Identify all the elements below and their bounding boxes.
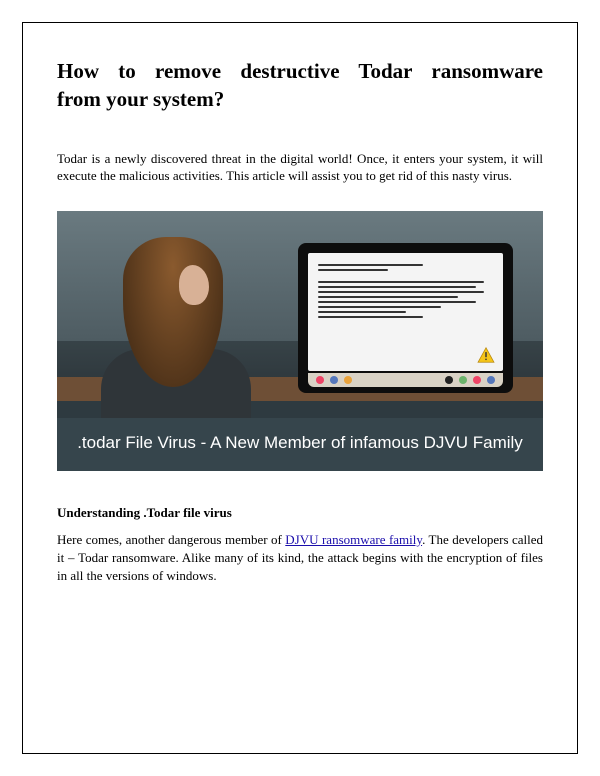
screen-text-line [318,291,484,293]
screen-text-line [318,316,423,318]
hero-caption: .todar File Virus - A New Member of infa… [57,418,543,471]
screen-text-line [318,296,458,298]
section-heading: Understanding .Todar file virus [57,505,543,521]
photo-monitor [298,243,513,393]
screen-text-line [318,269,388,271]
title-line-2: from your system? [57,85,543,113]
sticker-icon [445,376,453,384]
screen-text-line [318,311,406,313]
screen-text-line [318,306,441,308]
page-title: How to remove destructive Todar ransomwa… [57,57,543,114]
title-line-1: How to remove destructive Todar ransomwa… [57,57,543,85]
sticker-icon [330,376,338,384]
body-paragraph: Here comes, another dangerous member of … [57,531,543,586]
monitor-bezel [298,243,513,393]
screen-text-line [318,264,423,266]
djvu-family-link[interactable]: DJVU ransomware family [285,532,422,547]
monitor-screen [308,253,503,371]
sticker-icon [344,376,352,384]
sticker-icon [487,376,495,384]
intro-paragraph: Todar is a newly discovered threat in th… [57,150,543,185]
sticker-icon [459,376,467,384]
hero-image: .todar File Virus - A New Member of infa… [57,211,543,471]
hero-photo-area [57,211,543,401]
sticker-icon [473,376,481,384]
photo-person [83,229,253,399]
screen-text-line [318,301,476,303]
screen-text-line [318,281,484,283]
warning-icon [477,347,495,363]
monitor-chin [308,373,503,387]
sticker-icon [316,376,324,384]
document-page: How to remove destructive Todar ransomwa… [22,22,578,754]
screen-text-line [318,286,476,288]
body-text-before-link: Here comes, another dangerous member of [57,532,285,547]
